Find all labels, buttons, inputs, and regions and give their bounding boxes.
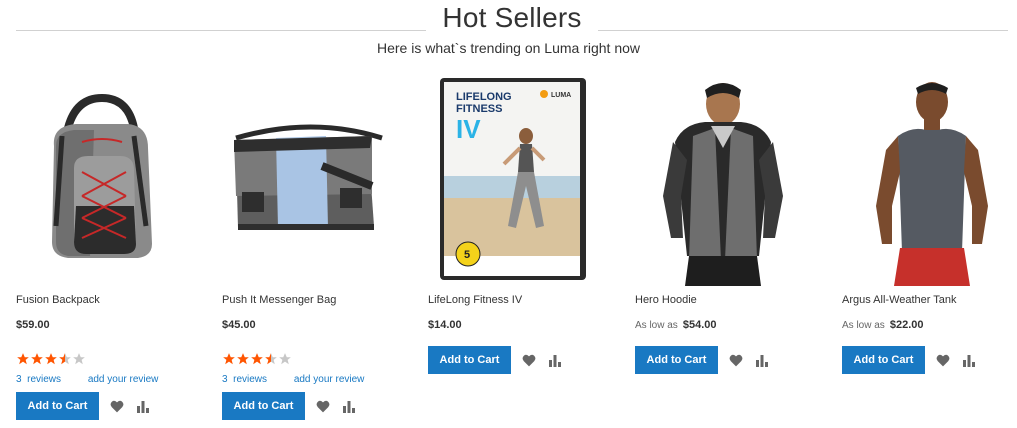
reviews-label: reviews: [233, 374, 268, 385]
reviews-count: 3: [222, 374, 228, 385]
block-header: Hot Sellers Here is what`s trending on L…: [0, 0, 1017, 60]
compare-icon[interactable]: [754, 352, 770, 368]
add-to-cart-button[interactable]: Add to Cart: [222, 392, 305, 420]
price-box: $59.00: [16, 319, 50, 331]
product-price: $22.00: [889, 319, 924, 331]
tank-model-image: [876, 82, 988, 286]
product-item: Argus All-Weather Tank As low as $22.00 …: [842, 76, 1017, 428]
product-price: $45.00: [222, 319, 256, 331]
add-review-link[interactable]: add your review: [88, 374, 159, 385]
star-filled-icon: [237, 353, 249, 365]
product-name[interactable]: Hero Hoodie: [635, 294, 697, 306]
heart-icon[interactable]: [315, 398, 331, 414]
product-actions: Add to Cart: [16, 392, 151, 420]
product-item: LIFELONG FITNESS IV LUMA 5 LifeLong Fitn…: [428, 76, 608, 428]
product-grid: Fusion Backpack $59.00 3 reviews add you…: [0, 76, 1017, 428]
star-filled-icon: [31, 353, 43, 365]
heart-icon[interactable]: [935, 352, 951, 368]
block-title: Hot Sellers: [442, 2, 582, 33]
reviews-label: reviews: [27, 374, 62, 385]
price-box: $45.00: [222, 319, 256, 331]
dvd-cover-image: LIFELONG FITNESS IV LUMA 5: [440, 78, 586, 280]
product-image[interactable]: LIFELONG FITNESS IV LUMA 5: [428, 76, 608, 286]
heart-icon[interactable]: [109, 398, 125, 414]
rating-stars: [222, 352, 292, 368]
star-empty-icon: [279, 353, 291, 365]
dvd-title-line1: LIFELONG: [456, 91, 512, 103]
star-empty-icon: [73, 353, 85, 365]
product-image[interactable]: [16, 76, 196, 286]
product-actions: Add to Cart: [842, 346, 977, 374]
price-box: As low as $22.00: [842, 319, 924, 331]
heart-icon[interactable]: [728, 352, 744, 368]
heart-icon[interactable]: [521, 352, 537, 368]
product-price: $14.00: [428, 319, 462, 331]
product-price: $59.00: [16, 319, 50, 331]
product-name[interactable]: Fusion Backpack: [16, 294, 100, 306]
reviews-link[interactable]: 3 reviews: [222, 374, 267, 385]
price-label: As low as: [635, 320, 678, 331]
backpack-image: [52, 93, 152, 258]
dvd-badge: 5: [464, 249, 470, 261]
product-actions: Add to Cart: [428, 346, 563, 374]
star-half-icon: [59, 353, 71, 365]
star-filled-icon: [45, 353, 57, 365]
product-item: Fusion Backpack $59.00 3 reviews add you…: [16, 76, 196, 428]
price-label: As low as: [842, 320, 885, 331]
hoodie-model-image: [663, 83, 783, 286]
reviews-link[interactable]: 3 reviews: [16, 374, 61, 385]
compare-icon[interactable]: [961, 352, 977, 368]
dvd-title-line3: IV: [456, 114, 481, 144]
messenger-bag-image: [234, 124, 383, 230]
reviews-links: 3 reviews add your review: [222, 374, 364, 385]
star-filled-icon: [251, 353, 263, 365]
star-filled-icon: [223, 353, 235, 365]
product-price: $54.00: [682, 319, 717, 331]
product-actions: Add to Cart: [635, 346, 770, 374]
add-to-cart-button[interactable]: Add to Cart: [16, 392, 99, 420]
product-item: Push It Messenger Bag $45.00 3 reviews a…: [222, 76, 402, 428]
star-half-icon: [265, 353, 277, 365]
product-item: Hero Hoodie As low as $54.00 Add to Cart: [635, 76, 815, 428]
product-name[interactable]: Push It Messenger Bag: [222, 294, 336, 306]
block-subtitle: Here is what`s trending on Luma right no…: [376, 40, 641, 56]
product-image[interactable]: [222, 76, 402, 286]
product-name[interactable]: Argus All-Weather Tank: [842, 294, 957, 306]
add-to-cart-button[interactable]: Add to Cart: [428, 346, 511, 374]
add-to-cart-button[interactable]: Add to Cart: [842, 346, 925, 374]
product-name[interactable]: LifeLong Fitness IV: [428, 294, 522, 306]
price-box: As low as $54.00: [635, 319, 717, 331]
add-review-link[interactable]: add your review: [294, 374, 365, 385]
rating-stars: [16, 352, 86, 368]
add-to-cart-button[interactable]: Add to Cart: [635, 346, 718, 374]
reviews-count: 3: [16, 374, 22, 385]
dvd-brand: LUMA: [551, 92, 571, 99]
price-box: $14.00: [428, 319, 462, 331]
compare-icon[interactable]: [341, 398, 357, 414]
reviews-links: 3 reviews add your review: [16, 374, 158, 385]
product-image[interactable]: [842, 76, 1017, 286]
compare-icon[interactable]: [135, 398, 151, 414]
product-image[interactable]: [635, 76, 815, 286]
title-row: Hot Sellers: [16, 2, 1008, 38]
product-actions: Add to Cart: [222, 392, 357, 420]
compare-icon[interactable]: [547, 352, 563, 368]
star-filled-icon: [17, 353, 29, 365]
